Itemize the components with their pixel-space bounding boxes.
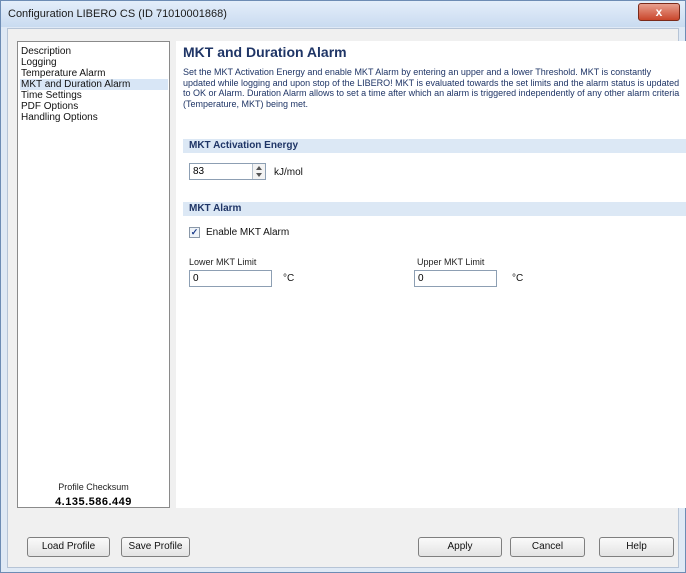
activation-energy-unit: kJ/mol — [274, 167, 303, 178]
spin-up-icon[interactable] — [256, 166, 262, 170]
config-window: Configuration LIBERO CS (ID 71010001868)… — [0, 0, 686, 573]
upper-mkt-limit-value[interactable]: 0 — [418, 273, 424, 284]
apply-button[interactable]: Apply — [418, 537, 502, 557]
sidebar-nav: Description Logging Temperature Alarm MK… — [17, 41, 170, 508]
lower-mkt-limit-unit: °C — [283, 273, 295, 284]
activation-energy-input[interactable]: 83 — [189, 163, 266, 180]
sidebar-item-mkt-duration-alarm[interactable]: MKT and Duration Alarm — [20, 79, 168, 90]
cancel-button[interactable]: Cancel — [510, 537, 585, 557]
sidebar-item-description[interactable]: Description — [20, 46, 168, 57]
enable-mkt-alarm-label[interactable]: Enable MKT Alarm — [206, 227, 289, 238]
activation-energy-value[interactable]: 83 — [193, 166, 204, 177]
mkt-alarm-header: MKT Alarm — [183, 202, 686, 216]
lower-mkt-limit-label: Lower MKT Limit — [189, 257, 257, 267]
lower-mkt-limit-input[interactable]: 0 — [189, 270, 272, 287]
title-bar: Configuration LIBERO CS (ID 71010001868)… — [1, 1, 685, 27]
checksum-label: Profile Checksum — [58, 482, 129, 492]
sidebar-item-handling-options[interactable]: Handling Options — [20, 112, 168, 123]
sidebar-item-logging[interactable]: Logging — [20, 57, 168, 68]
main-panel: MKT and Duration Alarm Set the MKT Activ… — [176, 41, 686, 508]
checkmark-icon: ✓ — [190, 227, 199, 237]
page-description: Set the MKT Activation Energy and enable… — [183, 67, 680, 109]
close-icon[interactable]: x — [656, 5, 663, 19]
upper-mkt-limit-unit: °C — [512, 273, 524, 284]
spin-down-icon[interactable] — [256, 173, 262, 177]
window-title: Configuration LIBERO CS (ID 71010001868) — [8, 8, 227, 20]
sidebar-item-pdf-options[interactable]: PDF Options — [20, 101, 168, 112]
activation-energy-spinner[interactable] — [252, 164, 265, 179]
help-button[interactable]: Help — [599, 537, 674, 557]
close-button[interactable]: x — [638, 3, 680, 21]
upper-mkt-limit-input[interactable]: 0 — [414, 270, 497, 287]
sidebar-item-time-settings[interactable]: Time Settings — [20, 90, 168, 101]
enable-mkt-alarm-checkbox[interactable]: ✓ — [189, 227, 200, 238]
page-title: MKT and Duration Alarm — [183, 44, 347, 60]
upper-mkt-limit-label: Upper MKT Limit — [417, 257, 485, 267]
save-profile-button[interactable]: Save Profile — [121, 537, 190, 557]
activation-energy-header: MKT Activation Energy — [183, 139, 686, 153]
load-profile-button[interactable]: Load Profile — [27, 537, 110, 557]
lower-mkt-limit-value[interactable]: 0 — [193, 273, 199, 284]
checksum-value: 4.135.586.449 — [55, 496, 132, 508]
sidebar-item-temperature-alarm[interactable]: Temperature Alarm — [20, 68, 168, 79]
